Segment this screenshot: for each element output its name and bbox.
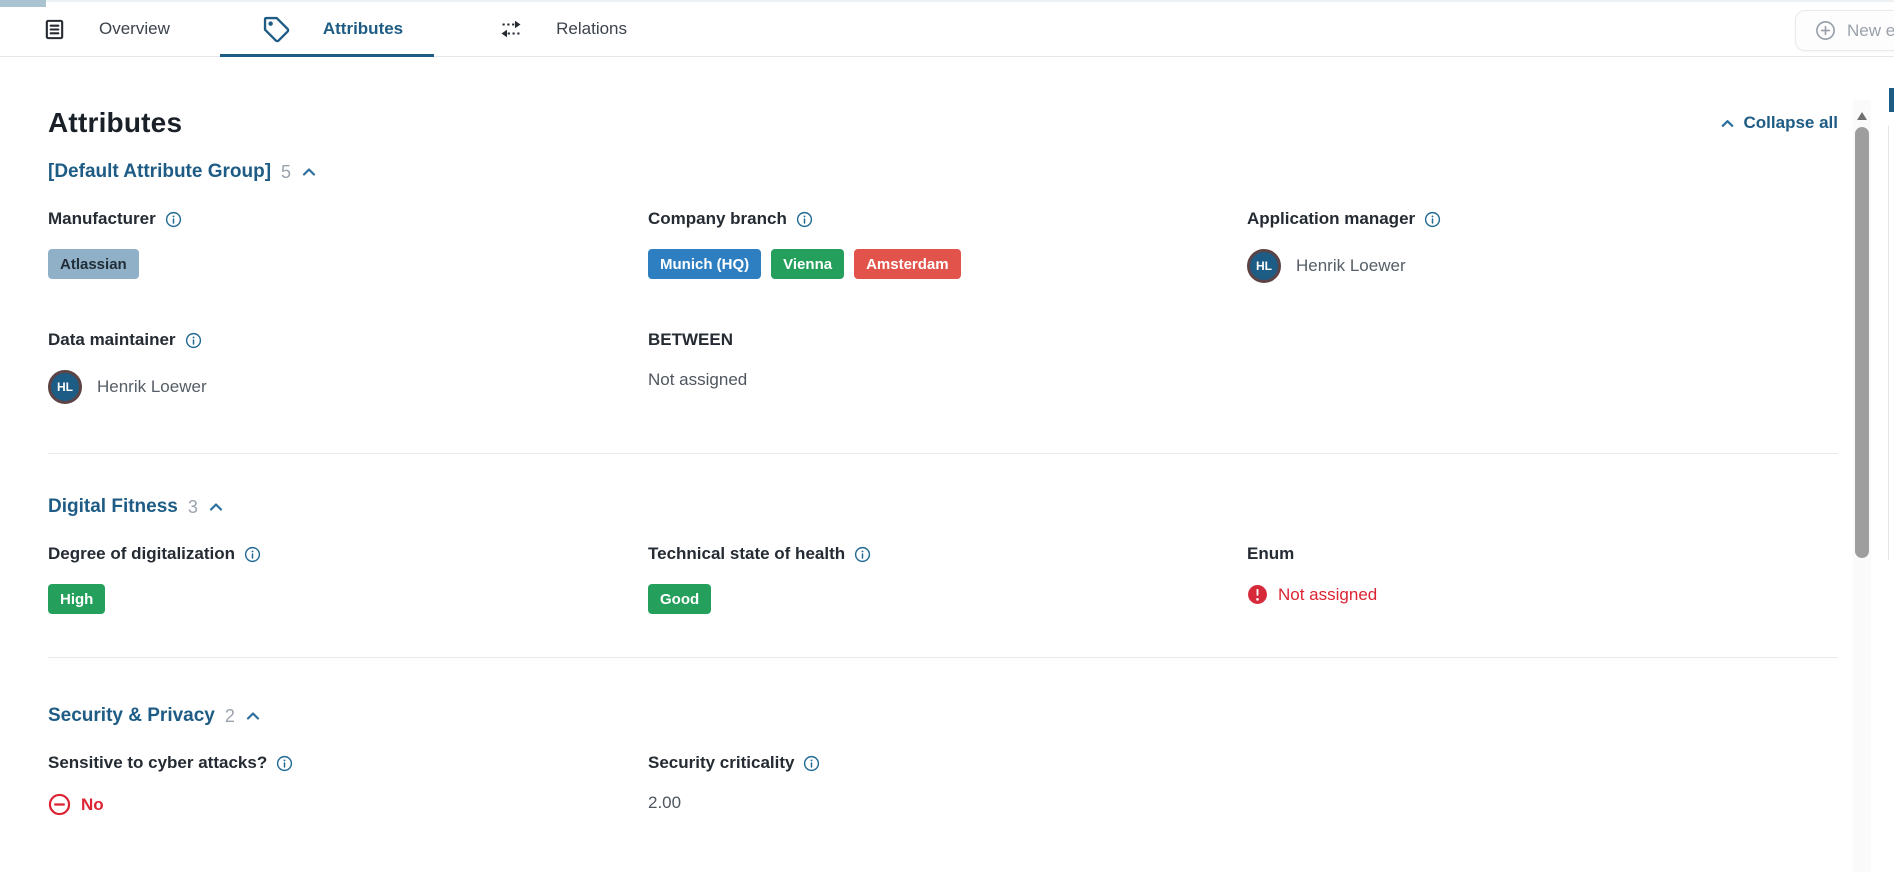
- active-tab-underline: [220, 54, 434, 57]
- info-icon[interactable]: [244, 546, 261, 563]
- attribute-label: Enum: [1247, 544, 1294, 564]
- plus-circle-icon: [1815, 20, 1836, 41]
- chevron-up-icon[interactable]: [245, 708, 261, 724]
- document-icon: [43, 18, 66, 41]
- attribute-cell-enum: Enum Not assigned: [1247, 544, 1838, 614]
- relations-icon: [499, 17, 523, 41]
- attribute-label: Data maintainer: [48, 330, 176, 350]
- attribute-cell-technical-state-of-health: Technical state of health Good: [648, 544, 1247, 614]
- tag-icon: [262, 15, 290, 43]
- person-name: Henrik Loewer: [97, 377, 207, 397]
- group-header-security-privacy[interactable]: Security & Privacy 2: [48, 705, 1838, 727]
- info-icon[interactable]: [854, 546, 871, 563]
- collapse-all-label: Collapse all: [1744, 113, 1838, 133]
- tab-bar: Overview Attributes Relations: [0, 0, 1894, 57]
- info-icon[interactable]: [803, 755, 820, 772]
- alert-circle-icon: [1247, 584, 1268, 605]
- right-edge-border: [1888, 126, 1889, 560]
- attribute-cell-degree-of-digitalization: Degree of digitalization High: [48, 544, 648, 614]
- attribute-label: Security criticality: [648, 753, 794, 773]
- info-icon[interactable]: [185, 332, 202, 349]
- attribute-cell-data-maintainer: Data maintainer HL Henrik Loewer: [48, 330, 648, 404]
- attribute-label: Application manager: [1247, 209, 1415, 229]
- attribute-label: Company branch: [648, 209, 787, 229]
- tab-attributes[interactable]: Attributes: [220, 2, 434, 56]
- new-element-label: New el: [1847, 21, 1894, 41]
- value-chip: Munich (HQ): [648, 249, 761, 279]
- minus-circle-icon: [48, 793, 71, 816]
- info-icon[interactable]: [796, 211, 813, 228]
- attribute-cell-company-branch: Company branch Munich (HQ) Vienna Amster…: [648, 209, 1247, 283]
- status-no: No: [48, 793, 104, 816]
- attribute-cell-application-manager: Application manager HL Henrik Loewer: [1247, 209, 1838, 283]
- tab-attributes-label: Attributes: [323, 19, 403, 39]
- attribute-value: Not assigned: [648, 370, 747, 390]
- section-divider: [48, 657, 1838, 658]
- attribute-label: Degree of digitalization: [48, 544, 235, 564]
- status-not-assigned: Not assigned: [1247, 584, 1377, 605]
- group-count: 3: [188, 497, 198, 518]
- attribute-cell-empty: [1247, 753, 1838, 816]
- scrollbar-up-arrow-icon[interactable]: [1857, 112, 1867, 120]
- top-accent-bar: [0, 0, 46, 7]
- group-count: 2: [225, 706, 235, 727]
- tab-relations[interactable]: Relations: [499, 2, 627, 56]
- group-name: Digital Fitness: [48, 496, 178, 518]
- info-icon[interactable]: [165, 211, 182, 228]
- attribute-label: Manufacturer: [48, 209, 156, 229]
- attribute-cell-empty: [1247, 330, 1838, 404]
- attribute-cell-sensitive-to-cyber-attacks: Sensitive to cyber attacks? No: [48, 753, 648, 816]
- value-chip: Atlassian: [48, 249, 139, 279]
- value-chip: Vienna: [771, 249, 844, 279]
- attribute-label: BETWEEN: [648, 330, 733, 350]
- info-icon[interactable]: [276, 755, 293, 772]
- tab-relations-label: Relations: [556, 19, 627, 39]
- page-title: Attributes: [48, 107, 182, 139]
- value-chip: Good: [648, 584, 711, 614]
- tab-overview-label: Overview: [99, 19, 170, 39]
- status-text: Not assigned: [1278, 585, 1377, 605]
- info-icon[interactable]: [1424, 211, 1441, 228]
- scrollbar-thumb[interactable]: [1855, 127, 1869, 558]
- attribute-label: Technical state of health: [648, 544, 845, 564]
- attribute-label: Sensitive to cyber attacks?: [48, 753, 267, 773]
- chevron-up-icon[interactable]: [301, 164, 317, 180]
- attribute-cell-between: BETWEEN Not assigned: [648, 330, 1247, 404]
- attribute-value: 2.00: [648, 793, 681, 813]
- group-header-default-attribute-group[interactable]: [Default Attribute Group] 5: [48, 161, 1838, 183]
- group-name: Security & Privacy: [48, 705, 215, 727]
- attribute-cell-manufacturer: Manufacturer Atlassian: [48, 209, 648, 283]
- tab-overview[interactable]: Overview: [43, 2, 170, 56]
- chevron-up-icon[interactable]: [208, 499, 224, 515]
- section-divider: [48, 453, 1838, 454]
- attributes-panel: Attributes Collapse all [Default Attribu…: [0, 107, 1894, 816]
- attribute-cell-security-criticality: Security criticality 2.00: [648, 753, 1247, 816]
- person-name: Henrik Loewer: [1296, 256, 1406, 276]
- value-chip: Amsterdam: [854, 249, 961, 279]
- group-name: [Default Attribute Group]: [48, 161, 271, 183]
- avatar: HL: [1247, 249, 1281, 283]
- right-edge-accent: [1889, 88, 1894, 112]
- chevron-up-icon: [1720, 116, 1735, 131]
- value-chip: High: [48, 584, 105, 614]
- avatar: HL: [48, 370, 82, 404]
- new-element-button[interactable]: New el: [1795, 10, 1894, 51]
- status-text: No: [81, 795, 104, 815]
- group-count: 5: [281, 162, 291, 183]
- group-header-digital-fitness[interactable]: Digital Fitness 3: [48, 496, 1838, 518]
- collapse-all-button[interactable]: Collapse all: [1720, 113, 1838, 133]
